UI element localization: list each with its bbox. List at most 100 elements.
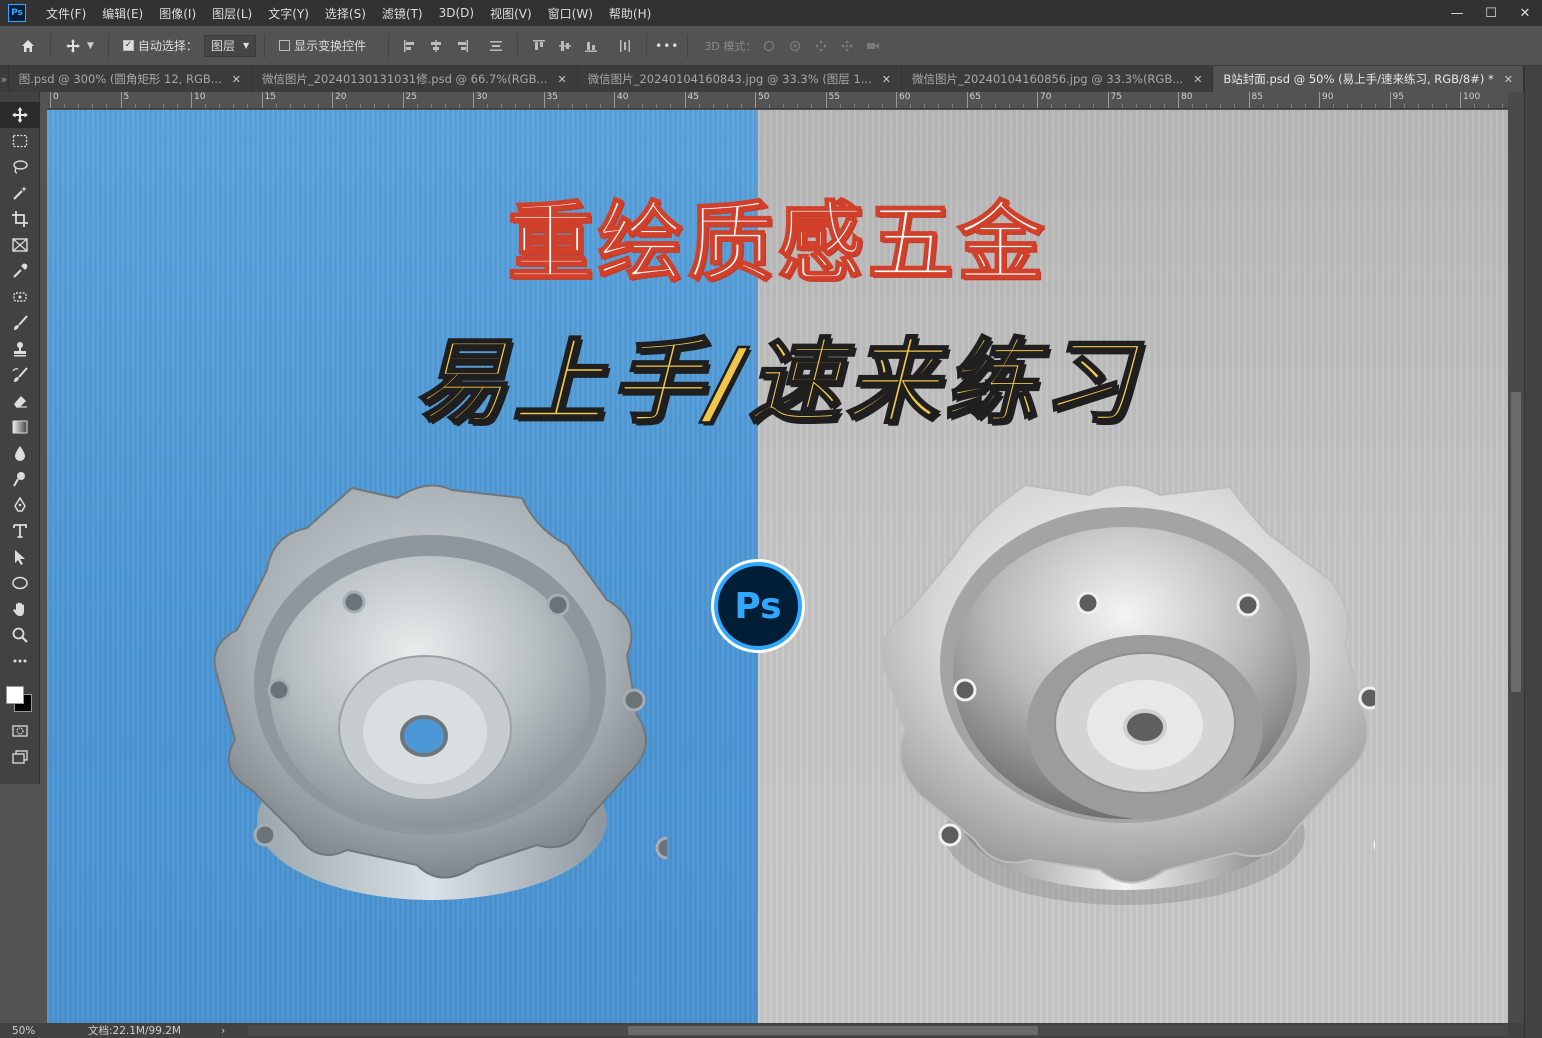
screen-mode-icon[interactable] (0, 744, 40, 770)
gradient-tool-icon[interactable] (0, 414, 40, 440)
document-tab-active[interactable]: B站封面.psd @ 50% (易上手/速来练习, RGB/8#) * ✕ (1213, 66, 1524, 92)
menu-select[interactable]: 选择(S) (317, 5, 374, 22)
ruler-minor-tick (1417, 104, 1419, 108)
move-tool-preset-icon[interactable] (59, 32, 87, 60)
auto-select-target-dropdown[interactable]: 图层 ▼ (203, 34, 257, 57)
tab-overflow-icon[interactable]: » (0, 66, 9, 92)
maximize-button[interactable]: ☐ (1474, 0, 1508, 26)
align-horizontal-center-icon[interactable] (425, 35, 447, 57)
status-menu-arrow-icon[interactable]: › (221, 1025, 225, 1037)
menu-window[interactable]: 窗口(W) (540, 5, 601, 22)
show-transform-checkbox[interactable] (279, 40, 291, 51)
horizontal-scrollbar[interactable] (248, 1025, 1508, 1036)
ruler-minor-tick (1008, 104, 1010, 108)
ellipse-tool-icon[interactable] (0, 570, 40, 596)
ruler-minor-tick (1502, 104, 1504, 108)
document-tab[interactable]: 微信图片_20240130131031修.psd @ 66.7%(RGB... … (251, 66, 578, 92)
photoshop-logo-icon[interactable]: Ps (8, 4, 26, 22)
chevron-down-icon[interactable]: ▼ (87, 41, 94, 51)
ruler-minor-tick (1079, 104, 1081, 108)
menu-3d[interactable]: 3D(D) (431, 6, 482, 20)
divider (388, 33, 390, 58)
foreground-color-swatch[interactable] (6, 686, 24, 704)
home-icon[interactable] (14, 32, 42, 60)
align-left-icon[interactable] (399, 35, 421, 57)
more-tools-icon[interactable] (0, 648, 40, 674)
ruler-minor-tick (1403, 104, 1405, 108)
menu-help[interactable]: 帮助(H) (601, 5, 659, 22)
menu-view[interactable]: 视图(V) (482, 5, 540, 22)
ruler-minor-tick (374, 104, 376, 108)
frame-tool-icon[interactable] (0, 232, 40, 258)
clone-stamp-tool-icon[interactable] (0, 336, 40, 362)
close-icon[interactable]: ✕ (232, 73, 241, 86)
menu-filter[interactable]: 滤镜(T) (374, 5, 431, 22)
3d-roll-icon[interactable] (784, 35, 806, 57)
ruler-minor-tick (1431, 104, 1433, 108)
marquee-tool-icon[interactable] (0, 128, 40, 154)
3d-scale-icon[interactable] (862, 35, 884, 57)
menu-edit[interactable]: 编辑(E) (94, 5, 151, 22)
collapsed-panel-strip[interactable] (1524, 66, 1542, 1038)
ruler-minor-tick (726, 104, 728, 108)
close-icon[interactable]: ✕ (557, 73, 566, 86)
healing-brush-tool-icon[interactable] (0, 284, 40, 310)
close-icon[interactable]: ✕ (1193, 73, 1202, 86)
pen-tool-icon[interactable] (0, 492, 40, 518)
menu-file[interactable]: 文件(F) (38, 5, 94, 22)
quick-mask-icon[interactable] (0, 718, 40, 744)
status-bar: 50% 文档:22.1M/99.2M › (0, 1023, 1524, 1038)
eraser-tool-icon[interactable] (0, 388, 40, 414)
ruler-minor-tick (642, 104, 644, 108)
document-tab[interactable]: 图.psd @ 300% (圆角矩形 12, RGB... ✕ (8, 66, 252, 92)
scrollbar-thumb[interactable] (1511, 392, 1521, 692)
path-selection-tool-icon[interactable] (0, 544, 40, 570)
document-tab[interactable]: 微信图片_20240104160843.jpg @ 33.3% (图层 1...… (577, 66, 902, 92)
blur-tool-icon[interactable] (0, 440, 40, 466)
align-top-icon[interactable] (528, 35, 550, 57)
menu-layer[interactable]: 图层(L) (204, 5, 260, 22)
ruler-tick-label: 70 (1037, 92, 1051, 108)
ruler-minor-tick (797, 104, 799, 108)
type-tool-icon[interactable] (0, 518, 40, 544)
close-icon[interactable]: ✕ (882, 73, 891, 86)
crop-tool-icon[interactable] (0, 206, 40, 232)
document-tab[interactable]: 微信图片_20240104160856.jpg @ 33.3%(RGB... ✕ (901, 66, 1214, 92)
minimize-button[interactable]: — (1440, 0, 1474, 26)
scrollbar-thumb[interactable] (628, 1026, 1038, 1035)
move-tool-icon[interactable] (0, 102, 40, 128)
dodge-tool-icon[interactable] (0, 466, 40, 492)
3d-orbit-icon[interactable] (758, 35, 780, 57)
3d-pan-icon[interactable] (810, 35, 832, 57)
lasso-tool-icon[interactable] (0, 154, 40, 180)
auto-select-checkbox[interactable]: ✓ (122, 40, 134, 51)
menu-image[interactable]: 图像(I) (151, 5, 204, 22)
ruler-minor-tick (1361, 104, 1363, 108)
align-vertical-center-icon[interactable] (554, 35, 576, 57)
divider (517, 33, 519, 58)
tab-label: 微信图片_20240130131031修.psd @ 66.7%(RGB... (261, 72, 548, 86)
ruler-minor-tick (360, 104, 362, 108)
ruler-minor-tick (1093, 104, 1095, 108)
document-canvas[interactable]: 重绘质感五金 易上手/速来练习 Ps (47, 110, 1508, 1023)
zoom-tool-icon[interactable] (0, 622, 40, 648)
menu-type[interactable]: 文字(Y) (260, 5, 317, 22)
3d-slide-icon[interactable] (836, 35, 858, 57)
eyedropper-tool-icon[interactable] (0, 258, 40, 284)
magic-wand-tool-icon[interactable] (0, 180, 40, 206)
history-brush-tool-icon[interactable] (0, 362, 40, 388)
zoom-level-field[interactable]: 50% (0, 1025, 40, 1037)
align-right-icon[interactable] (451, 35, 473, 57)
distribute-vertical-icon[interactable] (485, 35, 507, 57)
close-window-button[interactable]: ✕ (1508, 0, 1542, 26)
more-options-button[interactable]: ••• (655, 39, 679, 53)
close-icon[interactable]: ✕ (1504, 73, 1513, 86)
ruler-tick-label: 45 (684, 92, 699, 108)
hand-tool-icon[interactable] (0, 596, 40, 622)
ruler-tick-label: 15 (261, 92, 276, 108)
brush-tool-icon[interactable] (0, 310, 40, 336)
align-bottom-icon[interactable] (580, 35, 602, 57)
distribute-horizontal-icon[interactable] (614, 35, 636, 57)
vertical-scrollbar[interactable] (1508, 92, 1524, 1023)
ruler-minor-tick (698, 104, 700, 108)
